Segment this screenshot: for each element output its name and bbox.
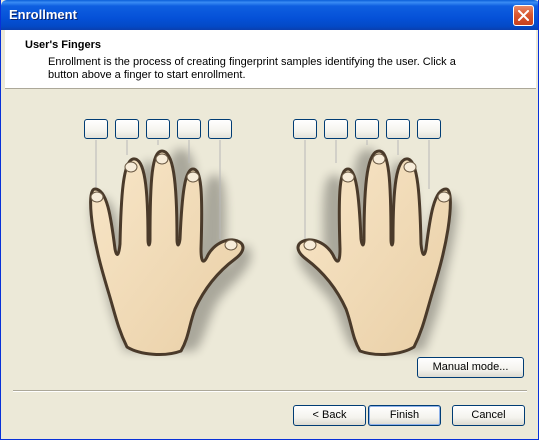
window-title: Enrollment — [9, 7, 77, 22]
page-title: User's Fingers — [25, 39, 101, 51]
close-button[interactable] — [513, 5, 534, 26]
finger-button-left-thumb[interactable] — [208, 119, 232, 139]
wizard-header: User's Fingers Enrollment is the process… — [5, 30, 536, 89]
enrollment-window: Enrollment User's Fingers Enrollment is … — [0, 0, 539, 440]
close-icon — [518, 10, 529, 21]
finger-button-left-little[interactable] — [84, 119, 108, 139]
title-bar[interactable]: Enrollment — [1, 0, 538, 30]
finger-button-right-index[interactable] — [324, 119, 348, 139]
back-button[interactable]: < Back — [293, 405, 366, 426]
page-description: Enrollment is the process of creating fi… — [48, 56, 456, 81]
finger-button-left-index[interactable] — [177, 119, 201, 139]
finger-button-left-ring[interactable] — [115, 119, 139, 139]
cancel-button[interactable]: Cancel — [452, 405, 525, 426]
finger-button-right-middle[interactable] — [355, 119, 379, 139]
footer-separator — [13, 390, 527, 392]
finger-button-left-middle[interactable] — [146, 119, 170, 139]
finish-button[interactable]: Finish — [368, 405, 441, 426]
finger-button-right-thumb[interactable] — [293, 119, 317, 139]
finger-button-right-little[interactable] — [417, 119, 441, 139]
manual-mode-button[interactable]: Manual mode... — [417, 357, 524, 378]
hands-panel — [5, 89, 536, 389]
finger-button-right-ring[interactable] — [386, 119, 410, 139]
